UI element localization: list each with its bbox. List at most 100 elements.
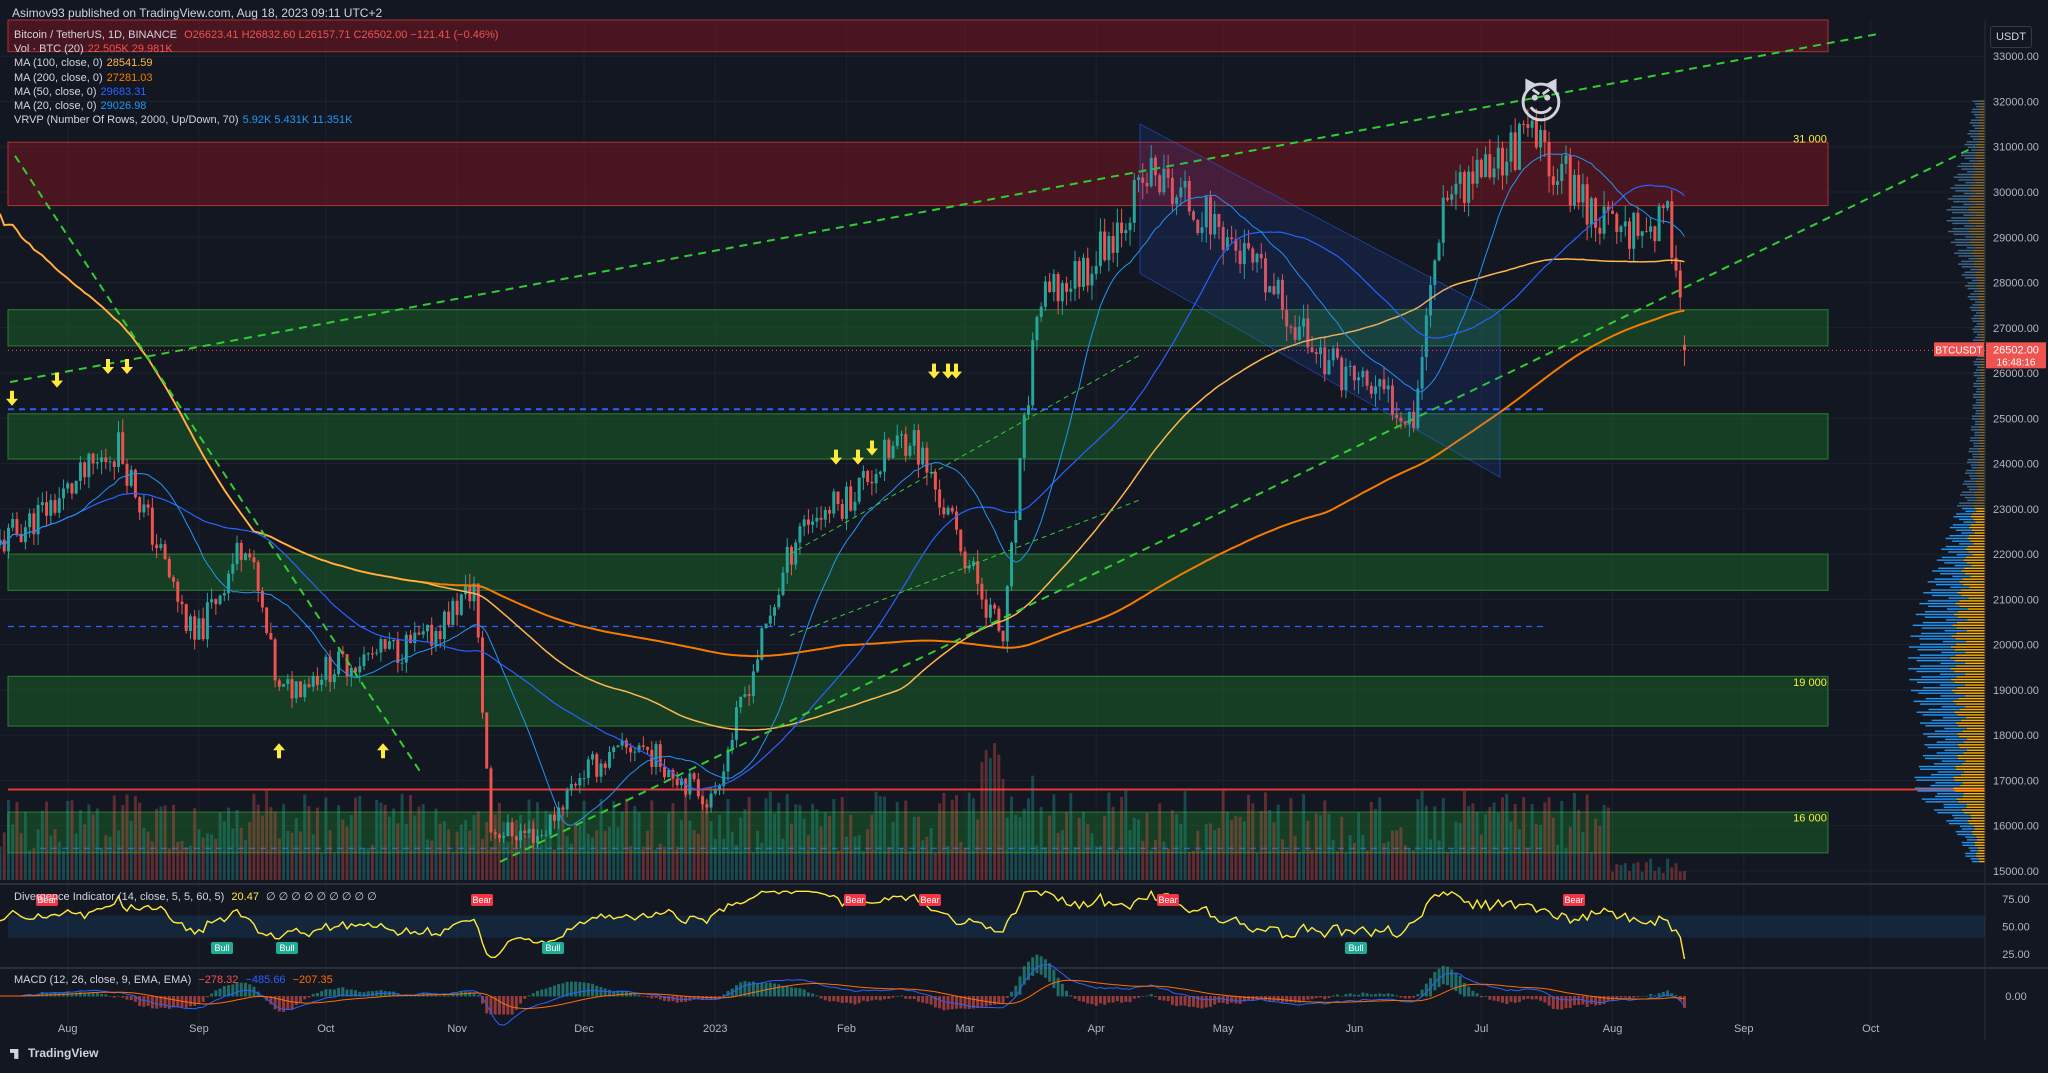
volume-bar (1564, 847, 1568, 880)
candle-body (806, 519, 810, 525)
macd-hist-bar (1234, 996, 1238, 1004)
macd-hist-bar (1589, 996, 1593, 1005)
volume-bar (612, 800, 616, 880)
volume-bar (273, 811, 277, 880)
vrvp-bar-up (1949, 822, 1969, 825)
macd-hist-bar (1331, 995, 1335, 997)
volume-bars (0, 743, 1686, 880)
bull-label: Bull (279, 943, 294, 953)
macd-hist-bar (942, 996, 946, 1011)
vrvp-bar-up (1975, 420, 1981, 423)
vrvp-bar-down (1981, 334, 1985, 336)
candle-body (1060, 283, 1064, 302)
vrvp-bar-down (1967, 209, 1985, 211)
macd-hist-bar (519, 996, 523, 1004)
vrvp-bar-down (1958, 801, 1985, 803)
macd-hist-bar (299, 996, 302, 1003)
macd-hist-bar (1378, 993, 1382, 997)
volume-bar (1611, 871, 1615, 880)
volume-bar (32, 847, 36, 880)
volume-bar (709, 821, 713, 880)
vrvp-bar-up (1963, 521, 1976, 523)
vrvp-legend-row[interactable]: VRVP (Number Of Rows, 2000, Up/Down, 70)… (14, 113, 498, 127)
volume-bar (743, 809, 747, 880)
symbol-legend-row[interactable]: Bitcoin / TetherUS, 1D, BINANCE O26623.4… (14, 28, 498, 42)
macd-hist-bar (290, 996, 294, 1010)
volume-bar (1043, 847, 1047, 880)
price-tick-label: 27000.00 (1993, 323, 2039, 335)
macd-legend[interactable]: MACD (12, 26, close, 9, EMA, EMA) −278.3… (14, 974, 333, 986)
bull-label: Bull (1348, 943, 1363, 953)
vrvp-bar-up (1938, 567, 1964, 569)
volume-bar (946, 846, 950, 880)
vrvp-bar-up (1920, 643, 1956, 646)
candle-body (641, 745, 645, 747)
time-axis-label: May (1213, 1023, 1234, 1035)
candle-body (121, 432, 125, 464)
vrvp-bar-up (1916, 659, 1955, 662)
price-tick-label: 28000.00 (1993, 278, 2039, 290)
vol-legend-row[interactable]: Vol · BTC (20) 22.505K 29.981K (14, 42, 498, 56)
vrvp-bar-down (1979, 442, 1985, 445)
volume-bar (1403, 845, 1407, 880)
vrvp-bar-up (1970, 858, 1979, 860)
macd-hist-bar (1289, 996, 1293, 1003)
volume-bar (459, 824, 463, 880)
vrvp-bar-up (1922, 754, 1958, 757)
vrvp-bar-down (1962, 583, 1985, 586)
vrvp-bar-up (1972, 393, 1980, 396)
volume-bar (1348, 835, 1352, 880)
macd-hist-bar (904, 996, 908, 999)
vrvp-bar-up (1928, 708, 1960, 711)
candle-body (942, 507, 946, 515)
volume-bar (57, 841, 61, 880)
vrvp-bar-down (1970, 228, 1985, 230)
macd-hist-bar (1382, 993, 1386, 997)
volume-bar (595, 830, 599, 880)
time-axis: Aug Sep Oct Nov Dec 2023 Feb Mar Apr May Jun Jul Aug… (58, 1023, 1879, 1035)
macd-hist-bar (1060, 983, 1064, 997)
macd-hist-bar (442, 994, 446, 997)
vrvp-bar-down (1956, 632, 1985, 635)
chart-stage[interactable]: 31 000 19 000 16 000 33000.00 32000.00 31000.… (0, 0, 2048, 1068)
vrvp-bar-down (1968, 822, 1985, 825)
ma100-legend-row[interactable]: MA (100, close, 0) 28541.59 (14, 56, 498, 70)
candle-body (1589, 198, 1593, 225)
vrvp-bar-up (1944, 727, 1967, 730)
macd-hist-bar (1395, 995, 1399, 997)
volume-bar (19, 833, 23, 880)
bear-label: Bear (845, 895, 864, 905)
time-axis-label: Feb (837, 1023, 856, 1035)
ma20-legend-row[interactable]: MA (20, close, 0) 29026.98 (14, 99, 498, 113)
macd-hist-bar (908, 996, 912, 1000)
macd-hist-bar (1103, 996, 1107, 1005)
tradingview-logo[interactable]: TradingView (10, 1046, 98, 1060)
price-tick-label: 23000.00 (1993, 504, 2039, 516)
vrvp-bar-up (1945, 545, 1968, 548)
volume-bar (1196, 830, 1200, 880)
chart-canvas[interactable]: 31 00019 00016 00033000.0032000.0031000.… (0, 0, 2048, 1068)
ma50-legend-row[interactable]: MA (50, close, 0) 29683.31 (14, 85, 498, 99)
macd-hist-bar (633, 994, 637, 997)
vrvp-bar-down (1962, 782, 1985, 784)
candle-body (239, 542, 243, 560)
ma200-legend-row[interactable]: MA (200, close, 0) 27281.03 (14, 71, 498, 85)
candle-body (675, 778, 679, 786)
vrvp-bar-up (1944, 749, 1967, 751)
vrvp-bar-up (1975, 301, 1981, 303)
currency-unit-button[interactable]: USDT (1990, 26, 2032, 48)
vrvp-bar-down (1981, 377, 1985, 379)
vrvp-bar-up (1970, 135, 1979, 138)
candle-body (159, 544, 163, 549)
vrvp-bar-up (1927, 735, 1960, 738)
vrvp-bar-down (1972, 165, 1985, 168)
vrvp-bar-down (1976, 855, 1985, 857)
vrvp-bar-down (1955, 654, 1985, 656)
candle-body (1458, 172, 1462, 184)
volume-bar (777, 802, 781, 880)
vrvp-bar-down (1963, 559, 1985, 561)
vrvp-bar-up (1919, 602, 1956, 605)
vrvp-bar-up (1945, 537, 1968, 540)
volume-bar (1297, 852, 1301, 880)
divergence-legend[interactable]: Divergence Indicator (14, close, 5, 5, 6… (14, 890, 377, 903)
